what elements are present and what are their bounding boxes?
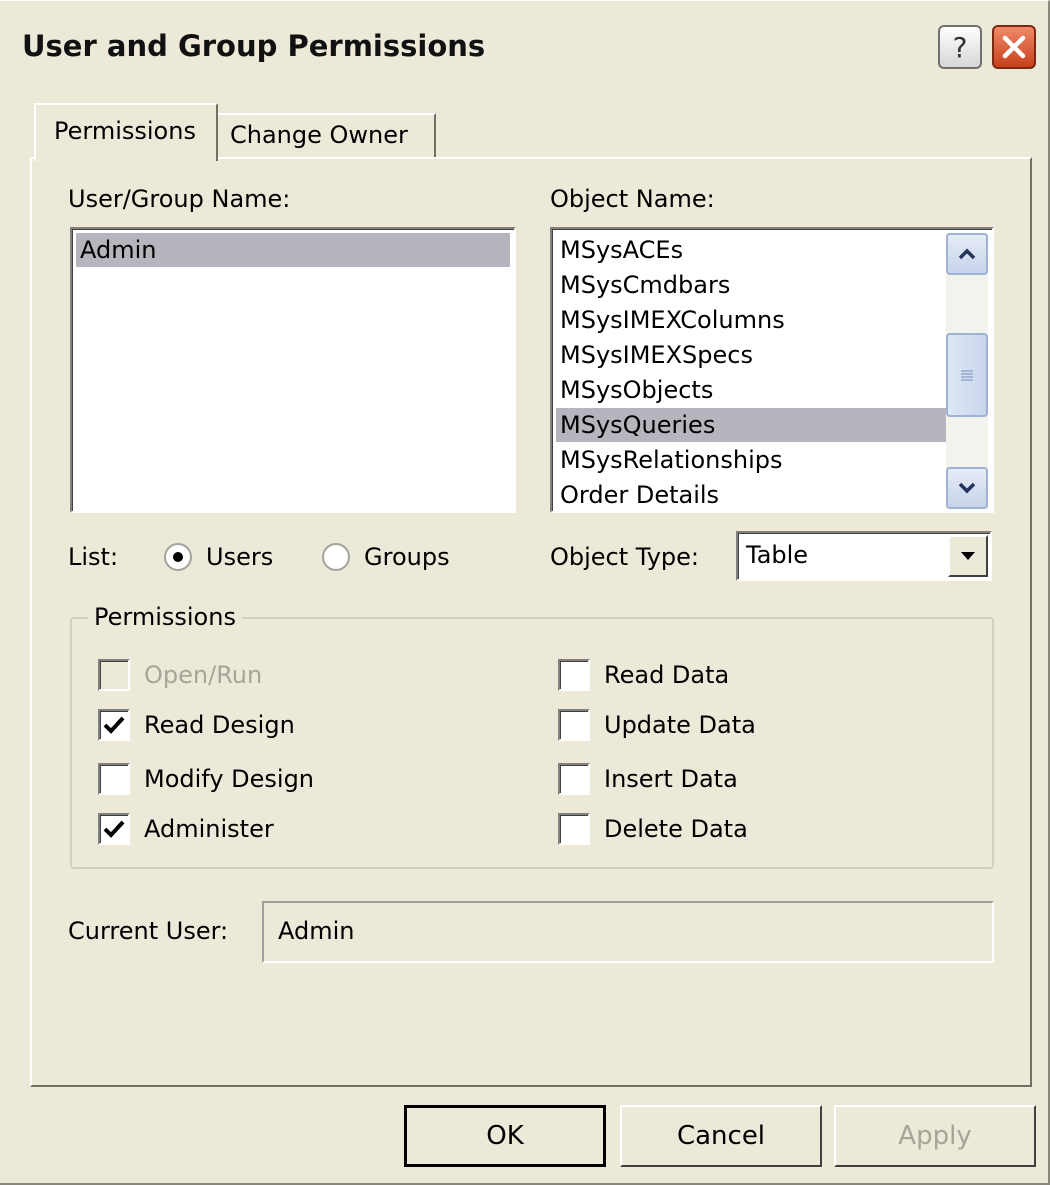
checkbox-modify-design[interactable] [98,763,130,795]
close-x-icon [1002,35,1026,59]
list-label: List: [68,543,119,571]
checkbox-open-run[interactable] [98,659,130,691]
checkbox-read-data-label: Read Data [604,661,730,689]
object-list-scrollbar[interactable] [946,233,988,509]
cancel-button-label: Cancel [676,1121,766,1151]
list-item[interactable]: MSysCmdbars [556,268,946,302]
list-item[interactable]: MSysIMEXColumns [556,303,946,337]
object-type-label: Object Type: [550,543,700,571]
list-item[interactable]: Order Details [556,478,946,512]
radio-users-label[interactable]: Users [206,543,273,571]
checkbox-modify-design-label: Modify Design [144,765,315,793]
checkbox-read-design-label: Read Design [144,711,295,739]
object-type-value: Table [746,541,809,569]
list-item[interactable]: MSysIMEXSpecs [556,338,946,372]
tab-change-owner[interactable]: Change Owner [218,113,436,159]
list-item[interactable]: MSysRelationships [556,443,946,477]
close-button[interactable] [992,25,1036,69]
list-item[interactable]: MSysObjects [556,373,946,407]
ok-button-label: OK [486,1121,524,1151]
checkbox-administer[interactable] [98,813,130,845]
object-name-list[interactable]: MSysACEs MSysCmdbars MSysIMEXColumns MSy… [550,227,994,513]
checkbox-delete-data[interactable] [558,813,590,845]
current-user-label: Current User: [68,917,229,945]
checkbox-delete-data-label: Delete Data [604,815,748,843]
checkbox-open-run-label: Open/Run [144,661,263,689]
object-name-label: Object Name: [550,185,715,213]
chevron-down-icon [958,482,976,494]
help-button[interactable]: ? [938,25,982,69]
grip-icon [961,370,973,381]
list-item-admin[interactable]: Admin [76,233,510,267]
ok-button[interactable]: OK [404,1105,606,1167]
permissions-legend: Permissions [88,603,242,631]
apply-button[interactable]: Apply [834,1105,1036,1167]
checkmark-icon [103,820,125,838]
list-item[interactable]: MSysACEs [556,233,946,267]
tab-change-owner-label: Change Owner [230,121,408,149]
checkbox-insert-data[interactable] [558,763,590,795]
scroll-thumb[interactable] [946,333,988,417]
tab-permissions[interactable]: Permissions [34,103,218,161]
checkbox-read-design[interactable] [98,709,130,741]
checkmark-icon [103,716,125,734]
checkbox-update-data-label: Update Data [604,711,756,739]
user-group-label: User/Group Name: [68,185,291,213]
radio-groups-label[interactable]: Groups [364,543,450,571]
permissions-dialog: User and Group Permissions ? Permissions… [0,0,1050,1185]
dialog-title: User and Group Permissions [22,29,486,63]
checkbox-insert-data-label: Insert Data [604,765,738,793]
checkbox-update-data[interactable] [558,709,590,741]
list-item-selected[interactable]: MSysQueries [556,408,946,442]
tab-permissions-label: Permissions [54,117,196,145]
scroll-up-button[interactable] [946,233,988,275]
user-group-list[interactable]: Admin [70,227,516,513]
help-question-icon: ? [952,30,968,64]
scroll-down-button[interactable] [946,467,988,509]
radio-groups[interactable] [322,543,350,571]
current-user-field: Admin [262,901,994,963]
triangle-down-icon [961,552,975,560]
object-type-select[interactable]: Table [736,531,992,581]
dropdown-button[interactable] [948,535,988,577]
checkbox-read-data[interactable] [558,659,590,691]
title-bar[interactable]: User and Group Permissions ? [0,1,1048,101]
checkbox-administer-label: Administer [144,815,274,843]
apply-button-label: Apply [898,1121,972,1151]
radio-users[interactable] [164,543,192,571]
radio-selected-dot [173,552,183,562]
cancel-button[interactable]: Cancel [620,1105,822,1167]
chevron-up-icon [958,248,976,260]
current-user-value: Admin [278,917,355,945]
